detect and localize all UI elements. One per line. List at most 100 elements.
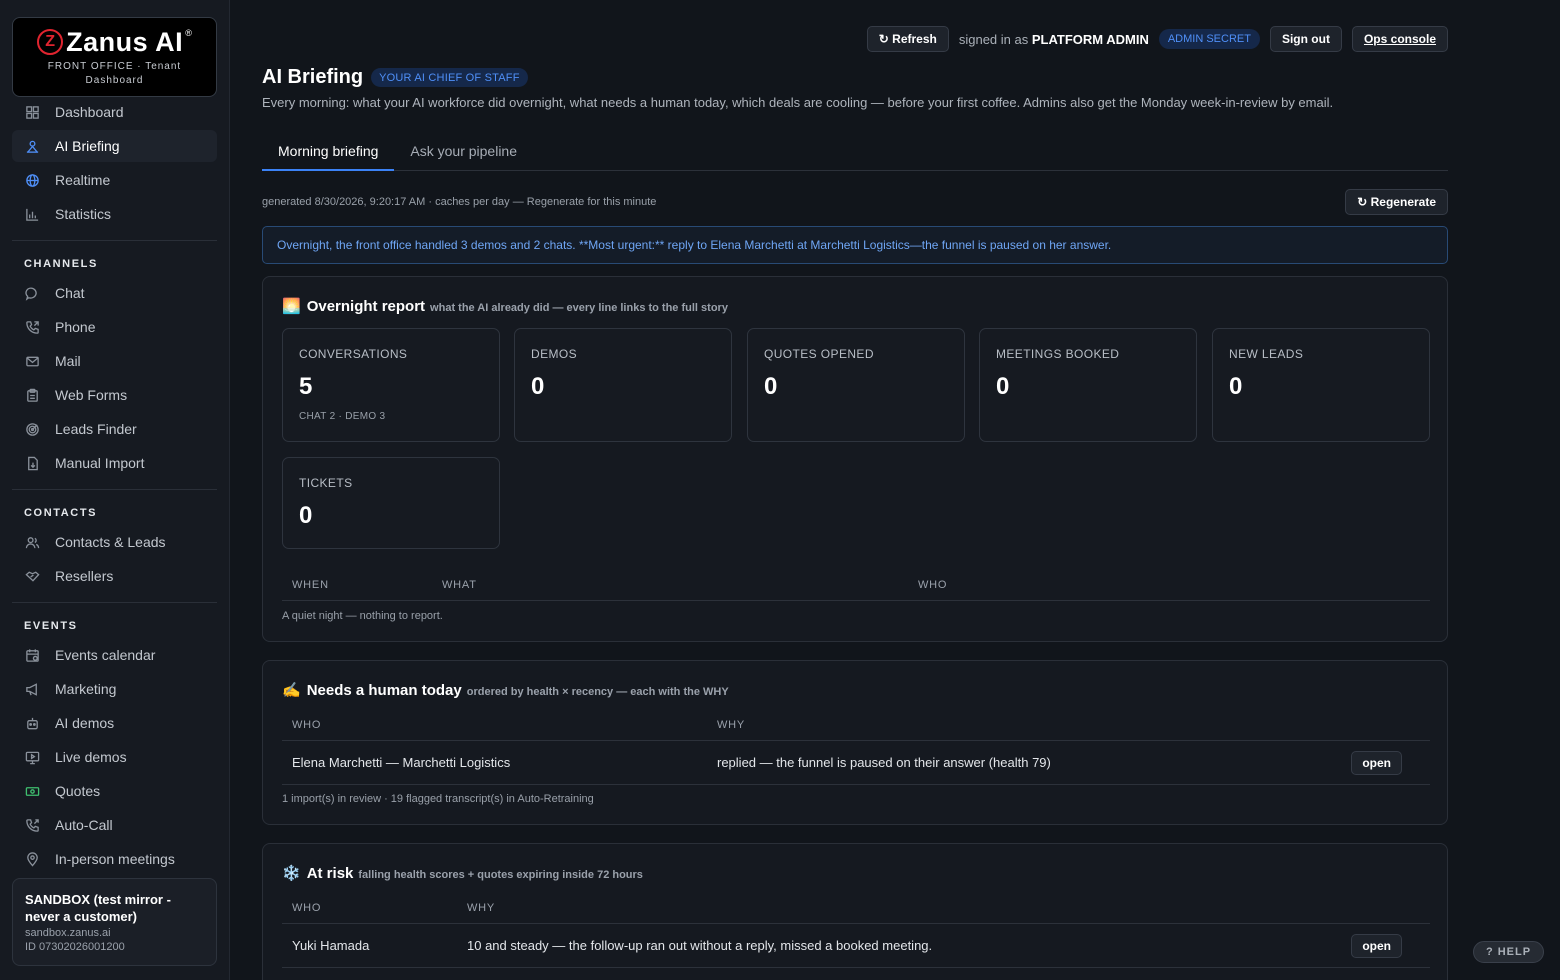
- tenant-switcher[interactable]: SANDBOX (test mirror - never a customer)…: [12, 878, 217, 966]
- refresh-button[interactable]: ↻ Refresh: [866, 26, 949, 52]
- card-subtitle: what the AI already did — every line lin…: [430, 302, 728, 314]
- tenant-domain: sandbox.zanus.ai: [25, 927, 111, 939]
- table-row[interactable]: Elena Marchetti — Marchetti Logistics re…: [282, 741, 1430, 785]
- phone-icon: [24, 319, 40, 335]
- sidebar-item-label: Quotes: [55, 783, 101, 799]
- sidebar-item-mail[interactable]: Mail: [12, 345, 217, 377]
- page-title: AI Briefing: [262, 66, 364, 88]
- at-risk-card: ❄️ At risk falling health scores + quote…: [262, 843, 1448, 980]
- brand-name: Zanus AI: [66, 26, 184, 57]
- card-subtitle: falling health scores + quotes expiring …: [358, 869, 643, 881]
- open-button[interactable]: open: [1351, 934, 1402, 958]
- events-heading: EVENTS: [24, 620, 78, 632]
- sidebar-item-label: Marketing: [55, 681, 117, 697]
- role-badge: ADMIN SECRET: [1158, 29, 1260, 49]
- card-header: ❄️ At risk falling health scores + quote…: [282, 864, 643, 882]
- sidebar-item-in-person-meetings[interactable]: In-person meetings: [12, 843, 217, 875]
- stat-conversations[interactable]: CONVERSATIONS 5 CHAT 2 · DEMO 3: [282, 328, 500, 442]
- stat-label: NEW LEADS: [1229, 347, 1304, 361]
- sidebar-item-dashboard[interactable]: Dashboard: [12, 96, 217, 128]
- overnight-report-card: 🌅 Overnight report what the AI already d…: [262, 276, 1448, 642]
- tenant-id: ID 07302026001200: [25, 941, 125, 953]
- stat-value: 0: [996, 373, 1010, 400]
- brand-logo[interactable]: Z Zanus AI ® FRONT OFFICE · Tenant Dashb…: [12, 17, 217, 97]
- open-button[interactable]: open: [1351, 751, 1402, 775]
- generated-timestamp: generated 8/30/2026, 9:20:17 AM · caches…: [262, 196, 657, 208]
- sidebar-item-ai-briefing[interactable]: AI Briefing: [12, 130, 217, 162]
- location-pin-icon: [24, 851, 40, 867]
- sunrise-icon: 🌅: [282, 298, 301, 315]
- sidebar-item-label: Phone: [55, 319, 96, 335]
- sidebar-item-events-calendar[interactable]: Events calendar: [12, 639, 217, 671]
- table-row[interactable]: Yuki Hamada 10 and steady — the follow-u…: [282, 924, 1430, 968]
- sidebar-item-contacts-leads[interactable]: Contacts & Leads: [12, 526, 217, 558]
- stat-tickets[interactable]: TICKETS 0: [282, 457, 500, 549]
- tab-ask-your-pipeline[interactable]: Ask your pipeline: [394, 134, 533, 171]
- signed-in-status: signed in as PLATFORM ADMIN: [959, 32, 1149, 47]
- sidebar-item-quotes[interactable]: Quotes: [12, 775, 217, 807]
- page-subtitle: Every morning: what your AI workforce di…: [262, 95, 1334, 110]
- summary-callout: Overnight, the front office handled 3 de…: [262, 226, 1448, 264]
- sidebar-item-label: Events calendar: [55, 647, 156, 663]
- sidebar-item-resellers[interactable]: Resellers: [12, 560, 217, 592]
- sidebar-item-label: Live demos: [55, 749, 127, 765]
- sidebar-item-phone[interactable]: Phone: [12, 311, 217, 343]
- column-header-who: WHO: [292, 719, 322, 731]
- sidebar-item-chat[interactable]: Chat: [12, 277, 217, 309]
- sidebar-item-marketing[interactable]: Marketing: [12, 673, 217, 705]
- phone-forward-icon: [24, 817, 40, 833]
- stat-quotes-opened[interactable]: QUOTES OPENED 0: [747, 328, 965, 442]
- sidebar-item-label: Resellers: [55, 568, 114, 584]
- sidebar-item-statistics[interactable]: Statistics: [12, 198, 217, 230]
- stat-value: 0: [1229, 373, 1243, 400]
- channels-heading: CHANNELS: [24, 258, 98, 270]
- sidebar-item-label: Statistics: [55, 206, 112, 222]
- sidebar-item-manual-import[interactable]: Manual Import: [12, 447, 217, 479]
- sidebar-item-realtime[interactable]: Realtime: [12, 164, 217, 196]
- contacts-heading: CONTACTS: [24, 507, 98, 519]
- calendar-icon: [24, 647, 40, 663]
- card-title: Needs a human today: [306, 682, 462, 699]
- snowflake-icon: ❄️: [282, 865, 301, 882]
- table-header: WHEN WHAT WHO: [282, 575, 1430, 601]
- sidebar-item-label: AI Briefing: [55, 138, 120, 154]
- handshake-icon: [24, 568, 40, 584]
- stat-meetings-booked[interactable]: MEETINGS BOOKED 0: [979, 328, 1197, 442]
- row-why: replied — the funnel is paused on their …: [717, 755, 1051, 770]
- tab-morning-briefing[interactable]: Morning briefing: [262, 134, 395, 171]
- stat-label: QUOTES OPENED: [764, 347, 874, 361]
- stat-value: 5: [299, 373, 313, 400]
- sidebar-item-web-forms[interactable]: Web Forms: [12, 379, 217, 411]
- bar-chart-icon: [24, 206, 40, 222]
- sidebar-item-ai-demos[interactable]: AI demos: [12, 707, 217, 739]
- stat-value: 0: [531, 373, 545, 400]
- divider: [12, 602, 217, 603]
- sidebar-item-live-demos[interactable]: Live demos: [12, 741, 217, 773]
- signed-in-prefix: signed in as: [958, 31, 1029, 47]
- table-header: WHO WHY: [282, 715, 1430, 741]
- column-header-who: WHO: [292, 902, 322, 914]
- row-who: Elena Marchetti — Marchetti Logistics: [292, 755, 511, 770]
- sidebar-item-label: In-person meetings: [55, 851, 175, 867]
- dashboard-icon: [24, 104, 40, 120]
- tenant-name: SANDBOX (test mirror - never a customer): [25, 892, 171, 924]
- help-button[interactable]: ? HELP: [1473, 941, 1544, 963]
- empty-state-text: A quiet night — nothing to report.: [282, 610, 443, 622]
- sidebar-item-label: Auto-Call: [55, 817, 113, 833]
- sign-out-button[interactable]: Sign out: [1269, 26, 1342, 52]
- page-badge: YOUR AI CHIEF OF STAFF: [371, 68, 528, 87]
- users-icon: [24, 534, 40, 550]
- sidebar-nav: Dashboard AI Briefing Realtime Statistic…: [12, 96, 217, 877]
- row-why: 10 and steady — the follow-up ran out wi…: [467, 938, 933, 953]
- sidebar-item-label: Contacts & Leads: [55, 534, 166, 550]
- divider: [12, 489, 217, 490]
- stat-new-leads[interactable]: NEW LEADS 0: [1212, 328, 1430, 442]
- regenerate-button[interactable]: ↻ Regenerate: [1345, 189, 1448, 215]
- sidebar-item-auto-call[interactable]: Auto-Call: [12, 809, 217, 841]
- tab-bar: Morning briefing Ask your pipeline: [262, 134, 1448, 171]
- ops-console-link[interactable]: Ops console: [1351, 26, 1448, 52]
- stat-demos[interactable]: DEMOS 0: [514, 328, 732, 442]
- sidebar-item-label: Leads Finder: [55, 421, 137, 437]
- sidebar-item-leads-finder[interactable]: Leads Finder: [12, 413, 217, 445]
- robot-icon: [24, 715, 40, 731]
